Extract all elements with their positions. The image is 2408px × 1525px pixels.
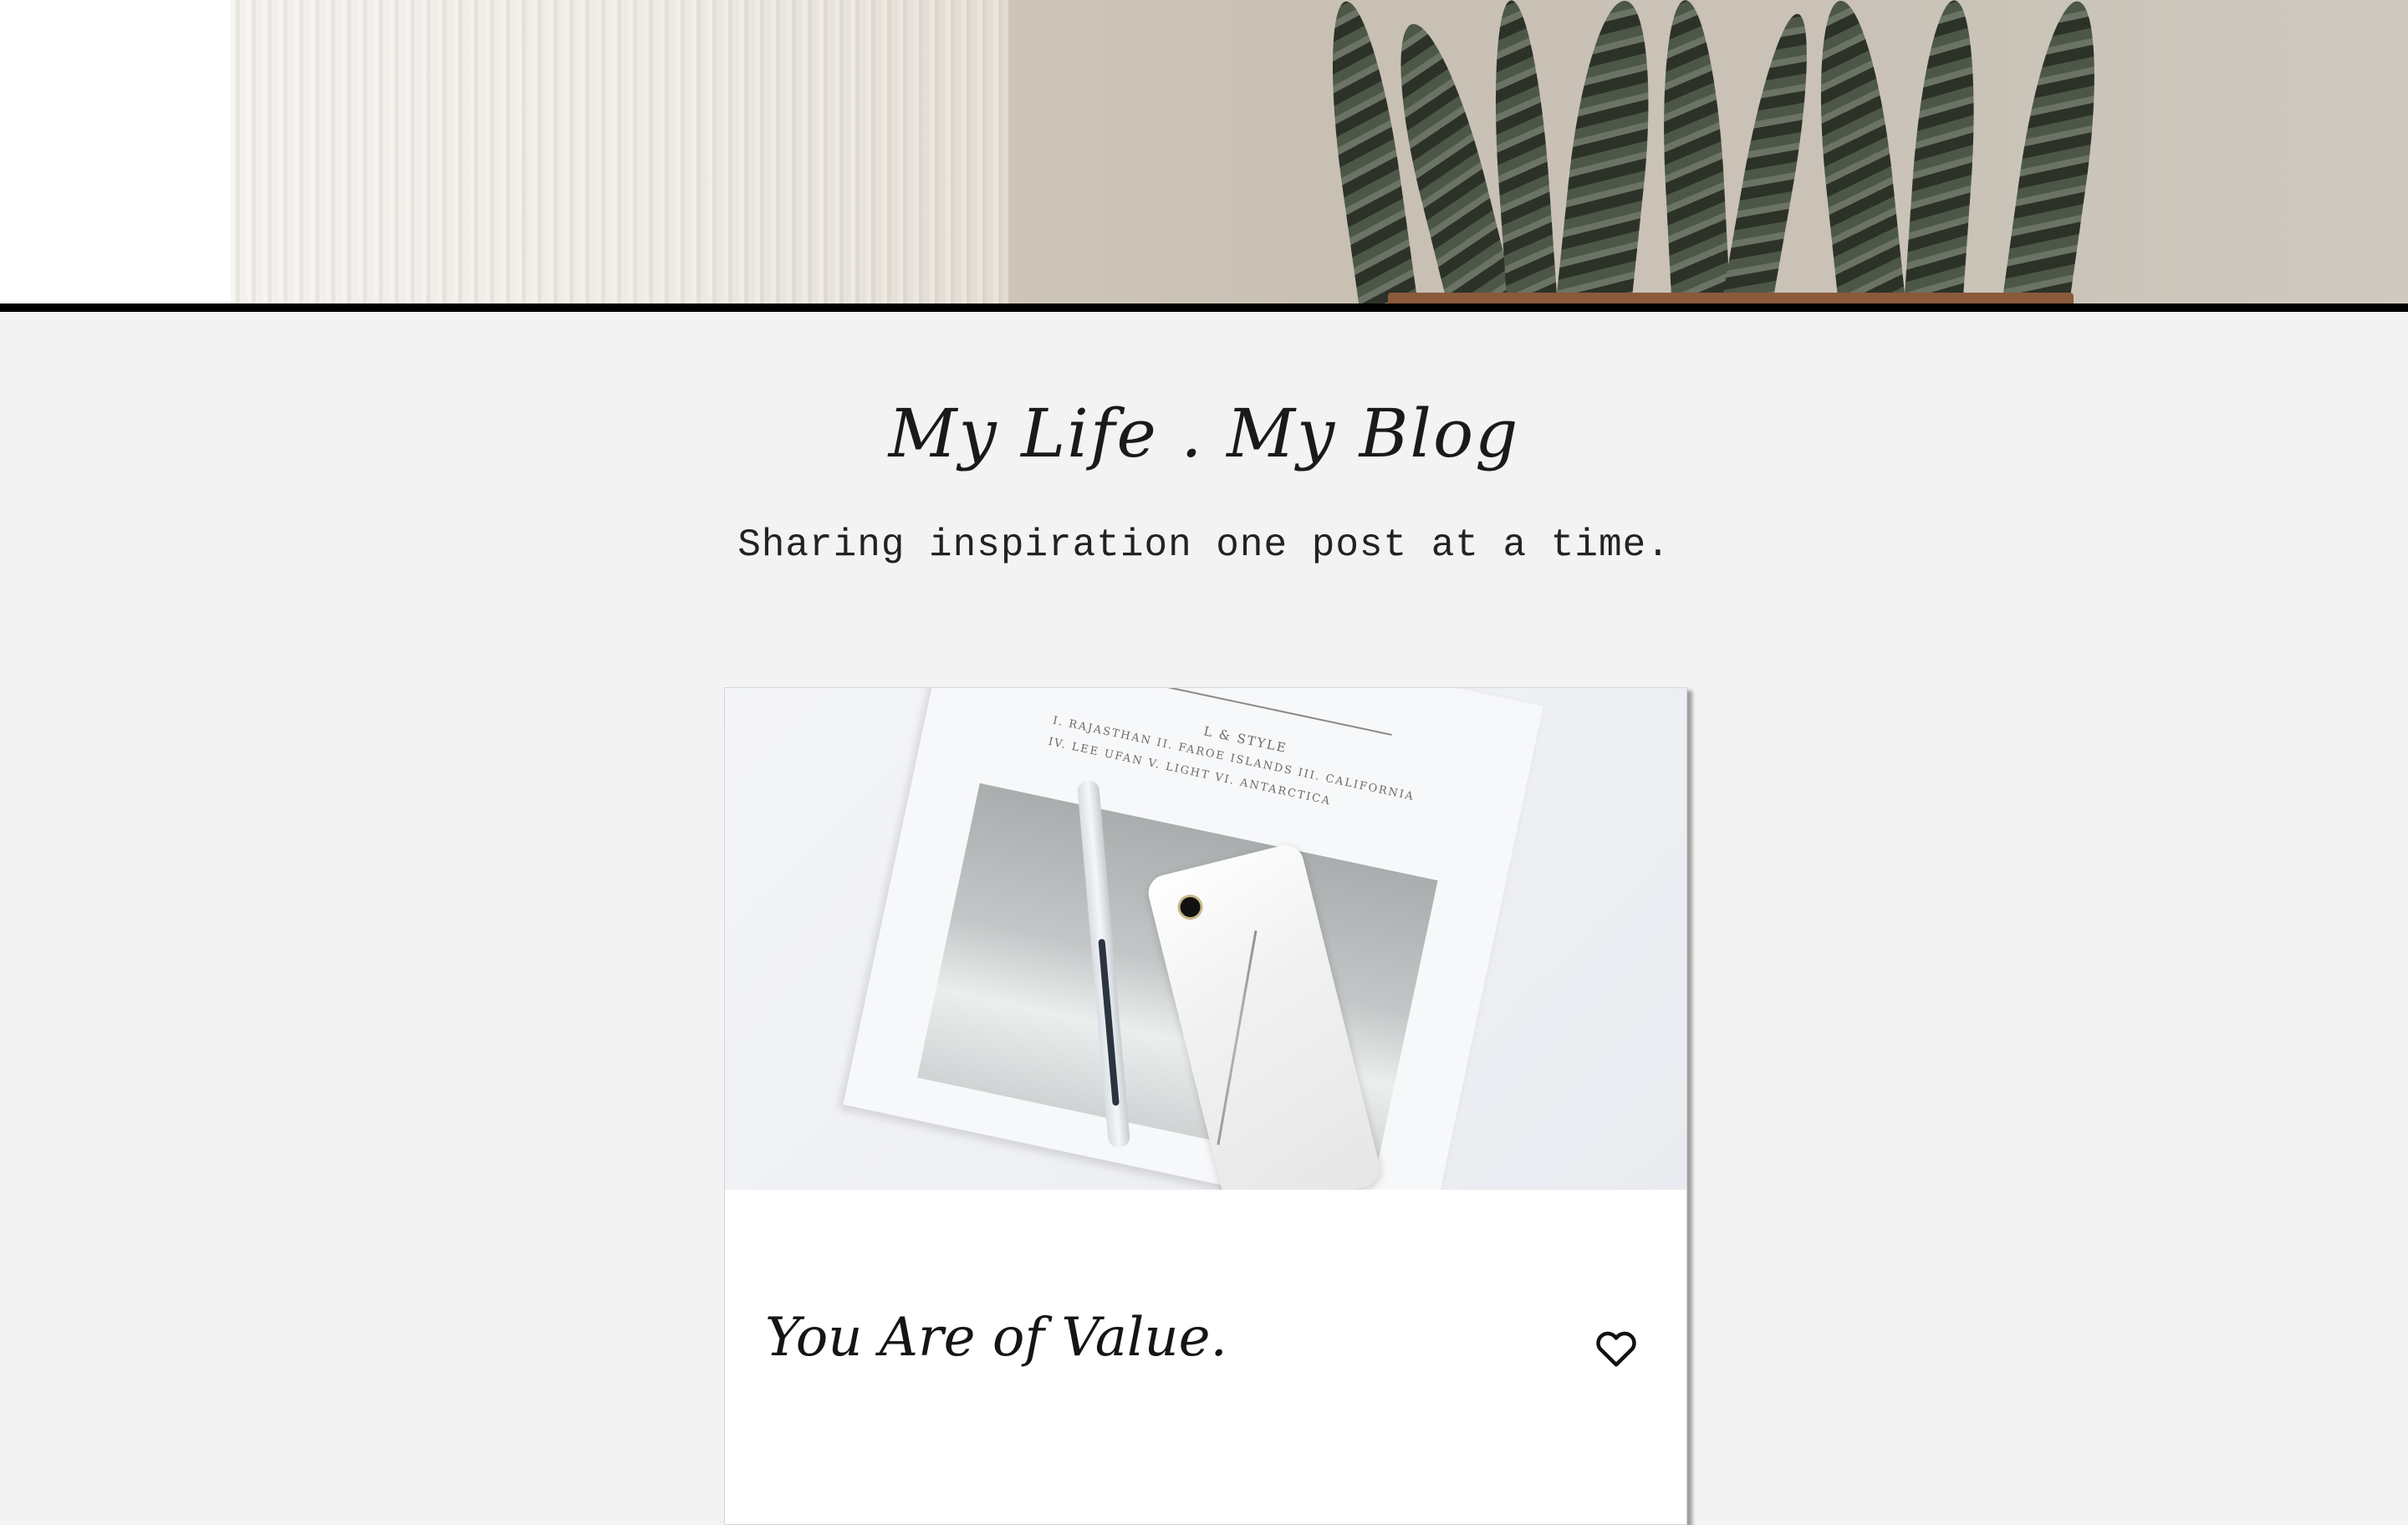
site-title: My Life . My Blog xyxy=(888,395,1520,472)
like-button[interactable] xyxy=(1591,1322,1641,1372)
camera-icon xyxy=(1175,891,1206,923)
site-tagline: Sharing inspiration one post at a time. xyxy=(737,523,1671,567)
post-image[interactable]: L & STYLE I. RAJASTHAN II. FAROE ISLANDS… xyxy=(725,688,1686,1190)
hero-banner xyxy=(0,0,2408,304)
hero-divider xyxy=(0,303,2408,312)
curtain-image xyxy=(231,0,1008,304)
post-title[interactable]: You Are of Value. xyxy=(765,1307,1227,1369)
marble-vein xyxy=(1217,930,1258,1145)
post-card[interactable]: L & STYLE I. RAJASTHAN II. FAROE ISLANDS… xyxy=(724,687,1687,1525)
heart-outline-icon xyxy=(1596,1331,1636,1367)
plant-pot xyxy=(1388,293,2074,304)
